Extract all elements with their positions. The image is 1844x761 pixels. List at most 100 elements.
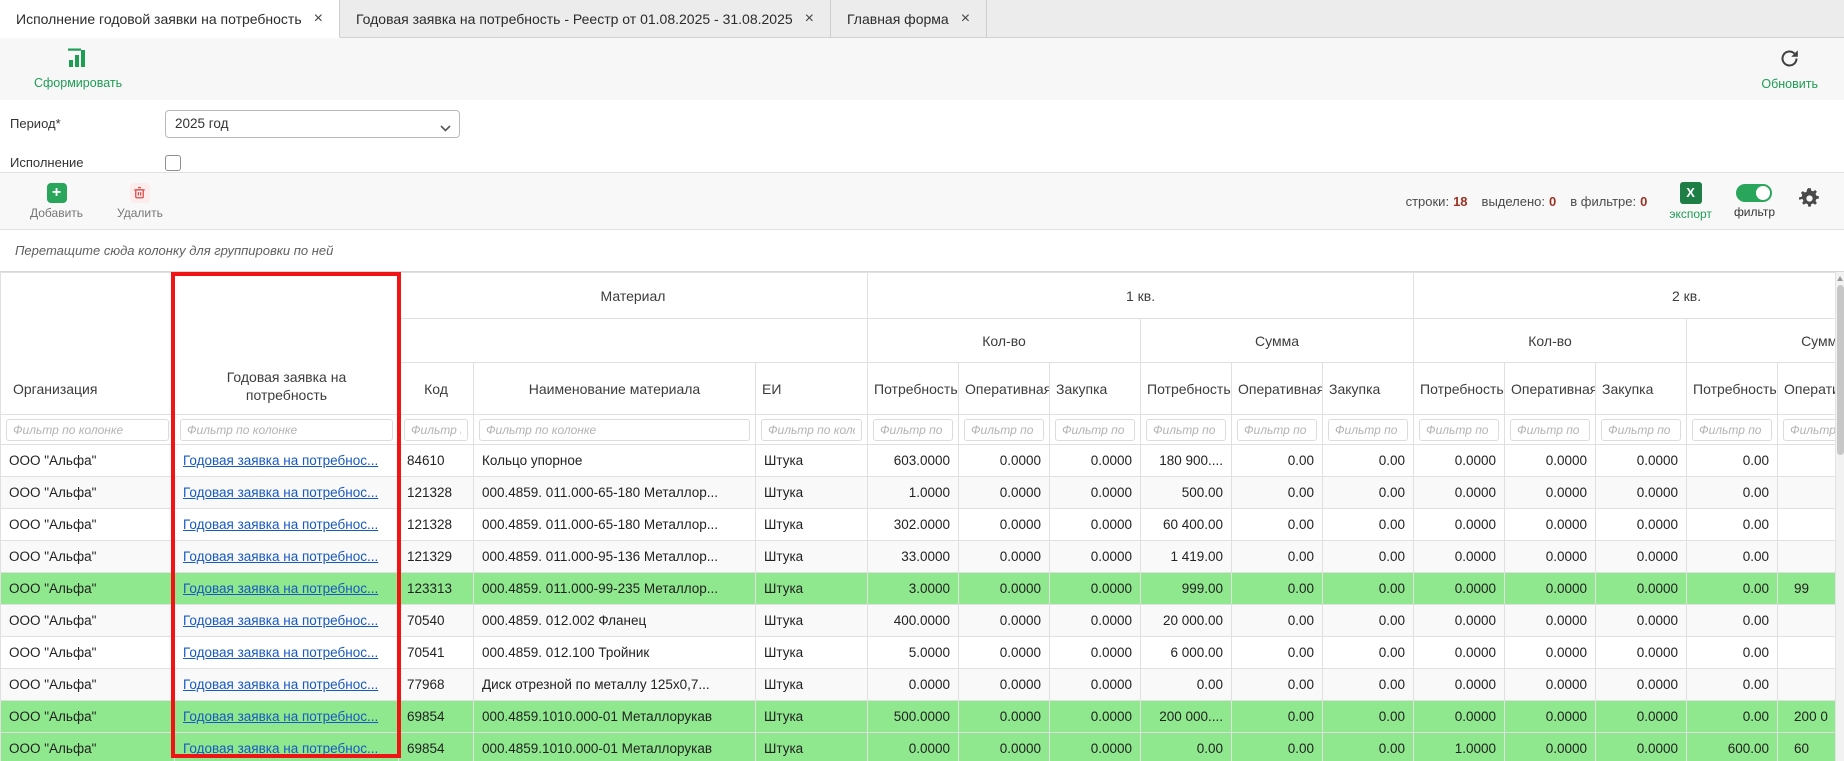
column-header-material-name[interactable]: Наименование материала — [474, 363, 756, 415]
q1-sum-operative-cell: 0.00 — [1232, 701, 1323, 733]
column-header-operative[interactable]: Оперативная — [1232, 363, 1323, 415]
add-button[interactable]: + Добавить — [30, 183, 83, 220]
q1-sum-operative-cell: 0.00 — [1232, 605, 1323, 637]
q1-sum-need-cell: 20 000.00 — [1141, 605, 1232, 637]
tab-close-icon[interactable]: × — [805, 11, 814, 27]
column-header-annual-request[interactable]: Годовая заявка на потребность — [175, 273, 399, 415]
filter-input-material-name[interactable] — [479, 419, 750, 441]
q1-qty-operative-cell: 0.0000 — [959, 733, 1050, 761]
annual-request-cell: Годовая заявка на потребнос... — [175, 733, 399, 761]
filter-toggle[interactable]: фильтр — [1734, 184, 1775, 219]
filter-input[interactable] — [1328, 419, 1408, 441]
q1-sum-purchase-cell: 0.00 — [1323, 701, 1414, 733]
q1-qty-purchase-cell: 0.0000 — [1050, 733, 1141, 761]
annual-request-link[interactable]: Годовая заявка на потребнос... — [183, 741, 378, 756]
annual-request-link[interactable]: Годовая заявка на потребнос... — [183, 453, 378, 468]
q2-qty-purchase-cell: 0.0000 — [1596, 509, 1687, 541]
filter-input[interactable] — [1601, 419, 1681, 441]
q1-qty-need-cell: 0.0000 — [868, 733, 959, 761]
annual-request-link[interactable]: Годовая заявка на потребнос... — [183, 613, 378, 628]
table-body: ООО "Альфа" Годовая заявка на потребнос.… — [1, 445, 1837, 761]
filter-input[interactable] — [873, 419, 953, 441]
tab-execution-annual-request[interactable]: Исполнение годовой заявки на потребность… — [0, 0, 340, 38]
q1-sum-operative-cell: 0.00 — [1232, 733, 1323, 761]
annual-request-link[interactable]: Годовая заявка на потребнос... — [183, 517, 378, 532]
filter-input[interactable] — [964, 419, 1044, 441]
refresh-button[interactable]: Обновить — [1761, 48, 1818, 91]
filter-input[interactable] — [1692, 419, 1772, 441]
organization-cell: ООО "Альфа" — [1, 733, 175, 761]
annual-request-link[interactable]: Годовая заявка на потребнос... — [183, 549, 378, 564]
annual-request-link[interactable]: Годовая заявка на потребнос... — [183, 485, 378, 500]
group-header-q1-qty: Кол-во — [868, 319, 1141, 363]
group-header-q1-sum: Сумма — [1141, 319, 1414, 363]
group-header-q1: 1 кв. — [868, 273, 1414, 319]
filter-label: фильтр — [1734, 205, 1775, 219]
column-header-purchase[interactable]: Закупка — [1323, 363, 1414, 415]
execution-label: Исполнение — [10, 155, 165, 170]
q1-sum-operative-cell: 0.00 — [1232, 477, 1323, 509]
column-header-need[interactable]: Потребность — [1414, 363, 1505, 415]
column-header-need[interactable]: Потребность — [868, 363, 959, 415]
filter-input[interactable] — [1783, 419, 1836, 441]
q1-qty-need-cell: 400.0000 — [868, 605, 959, 637]
filter-input[interactable] — [1510, 419, 1590, 441]
annual-request-cell: Годовая заявка на потребнос... — [175, 701, 399, 733]
vertical-scrollbar[interactable] — [1835, 272, 1844, 761]
tab-close-icon[interactable]: × — [961, 11, 970, 27]
column-header-operative[interactable]: Оперативная — [959, 363, 1050, 415]
column-header-organization[interactable]: Организация — [1, 273, 175, 415]
annual-request-link[interactable]: Годовая заявка на потребнос... — [183, 645, 378, 660]
organization-cell: ООО "Альфа" — [1, 669, 175, 701]
annual-request-cell: Годовая заявка на потребнос... — [175, 573, 399, 605]
column-header-operative[interactable]: Оперативная — [1778, 363, 1836, 415]
filter-input-unit[interactable] — [761, 419, 862, 441]
filter-row — [1, 415, 1837, 445]
column-header-purchase[interactable]: Закупка — [1050, 363, 1141, 415]
export-excel-button[interactable]: X экспорт — [1669, 182, 1712, 221]
period-value: 2025 год — [175, 116, 229, 131]
q1-qty-need-cell: 0.0000 — [868, 669, 959, 701]
filter-input[interactable] — [1055, 419, 1135, 441]
filter-input-annual-request[interactable] — [180, 419, 393, 441]
add-label: Добавить — [30, 206, 83, 220]
toggle-switch-icon[interactable] — [1736, 184, 1772, 202]
data-grid: Организация Годовая заявка на потребност… — [0, 272, 1836, 761]
column-header-code[interactable]: Код — [399, 363, 474, 415]
scroll-up-arrow-icon[interactable] — [1837, 276, 1843, 281]
column-header-need[interactable]: Потребность — [1141, 363, 1232, 415]
annual-request-link[interactable]: Годовая заявка на потребнос... — [183, 709, 378, 724]
table-row: ООО "Альфа" Годовая заявка на потребнос.… — [1, 637, 1837, 669]
delete-button[interactable]: Удалить — [117, 183, 163, 220]
filter-input-organization[interactable] — [6, 419, 169, 441]
tab-main-form[interactable]: Главная форма × — [831, 0, 987, 37]
column-header-unit[interactable]: ЕИ — [756, 363, 868, 415]
filter-input-code[interactable] — [404, 419, 468, 441]
q2-sum-operative-cell — [1778, 445, 1836, 477]
q2-qty-purchase-cell: 0.0000 — [1596, 733, 1687, 761]
filter-input[interactable] — [1237, 419, 1317, 441]
column-header-purchase[interactable]: Закупка — [1596, 363, 1687, 415]
column-header-need[interactable]: Потребность — [1687, 363, 1778, 415]
q1-sum-need-cell: 1 419.00 — [1141, 541, 1232, 573]
annual-request-link[interactable]: Годовая заявка на потребнос... — [183, 581, 378, 596]
execution-checkbox[interactable] — [165, 155, 181, 171]
q2-sum-need-cell: 0.00 — [1687, 445, 1778, 477]
q2-qty-operative-cell: 0.0000 — [1505, 509, 1596, 541]
q1-sum-operative-cell: 0.00 — [1232, 541, 1323, 573]
annual-request-link[interactable]: Годовая заявка на потребнос... — [183, 677, 378, 692]
tab-close-icon[interactable]: × — [314, 11, 323, 27]
scrollbar-thumb[interactable] — [1837, 285, 1844, 455]
trash-icon — [130, 183, 150, 203]
unit-cell: Штука — [756, 637, 868, 669]
tab-annual-request-registry[interactable]: Годовая заявка на потребность - Реестр о… — [340, 0, 831, 37]
q2-sum-operative-cell — [1778, 637, 1836, 669]
filter-input[interactable] — [1146, 419, 1226, 441]
filter-input[interactable] — [1419, 419, 1499, 441]
column-header-operative[interactable]: Оперативная — [1505, 363, 1596, 415]
generate-button[interactable]: Сформировать — [34, 48, 122, 90]
settings-gear-icon[interactable] — [1797, 186, 1822, 216]
q2-sum-need-cell: 0.00 — [1687, 669, 1778, 701]
period-select[interactable]: 2025 год — [165, 110, 460, 138]
q1-sum-operative-cell: 0.00 — [1232, 445, 1323, 477]
